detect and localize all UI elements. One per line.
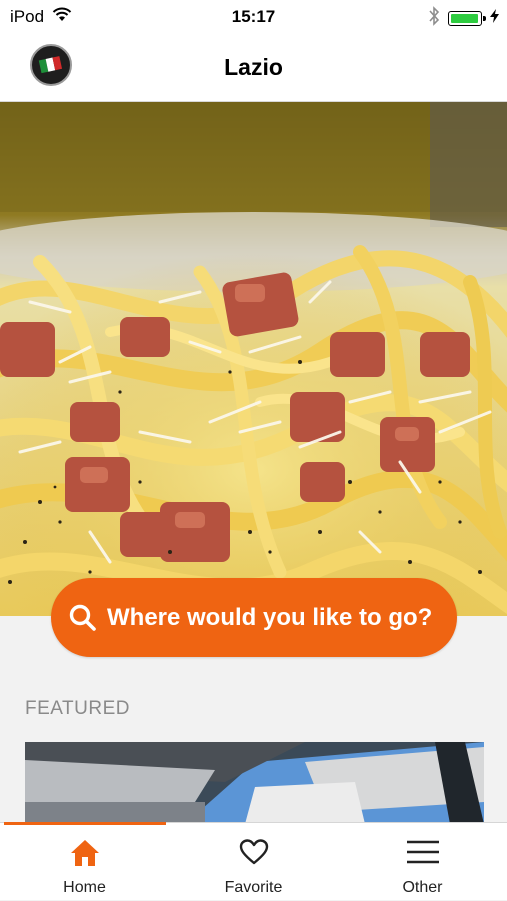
page-title: Lazio xyxy=(224,54,283,80)
bluetooth-icon xyxy=(428,6,440,31)
search-button[interactable]: Where would you like to go? xyxy=(51,578,457,657)
tab-favorite[interactable]: Favorite xyxy=(169,823,338,901)
featured-section-label: FEATURED xyxy=(25,698,130,719)
featured-card-image xyxy=(25,742,484,824)
battery-icon xyxy=(448,11,486,26)
tab-home[interactable]: Home xyxy=(0,823,169,901)
navigation-bar: Lazio xyxy=(0,34,507,102)
home-icon xyxy=(70,840,99,866)
status-bar: iPod 15:17 xyxy=(0,0,507,34)
tab-home-label: Home xyxy=(63,879,106,896)
tab-bar: Home Favorite Other xyxy=(0,822,507,900)
tab-other-label: Other xyxy=(402,879,443,896)
tab-other[interactable]: Other xyxy=(338,823,507,901)
menu-icon xyxy=(406,840,439,864)
search-icon xyxy=(69,604,96,631)
tab-favorite-label: Favorite xyxy=(224,879,283,896)
heart-icon xyxy=(239,839,268,865)
charging-icon xyxy=(490,9,499,28)
search-placeholder: Where would you like to go? xyxy=(107,603,433,631)
hero-image xyxy=(0,102,507,616)
status-right xyxy=(428,6,499,31)
featured-card[interactable] xyxy=(25,742,484,824)
